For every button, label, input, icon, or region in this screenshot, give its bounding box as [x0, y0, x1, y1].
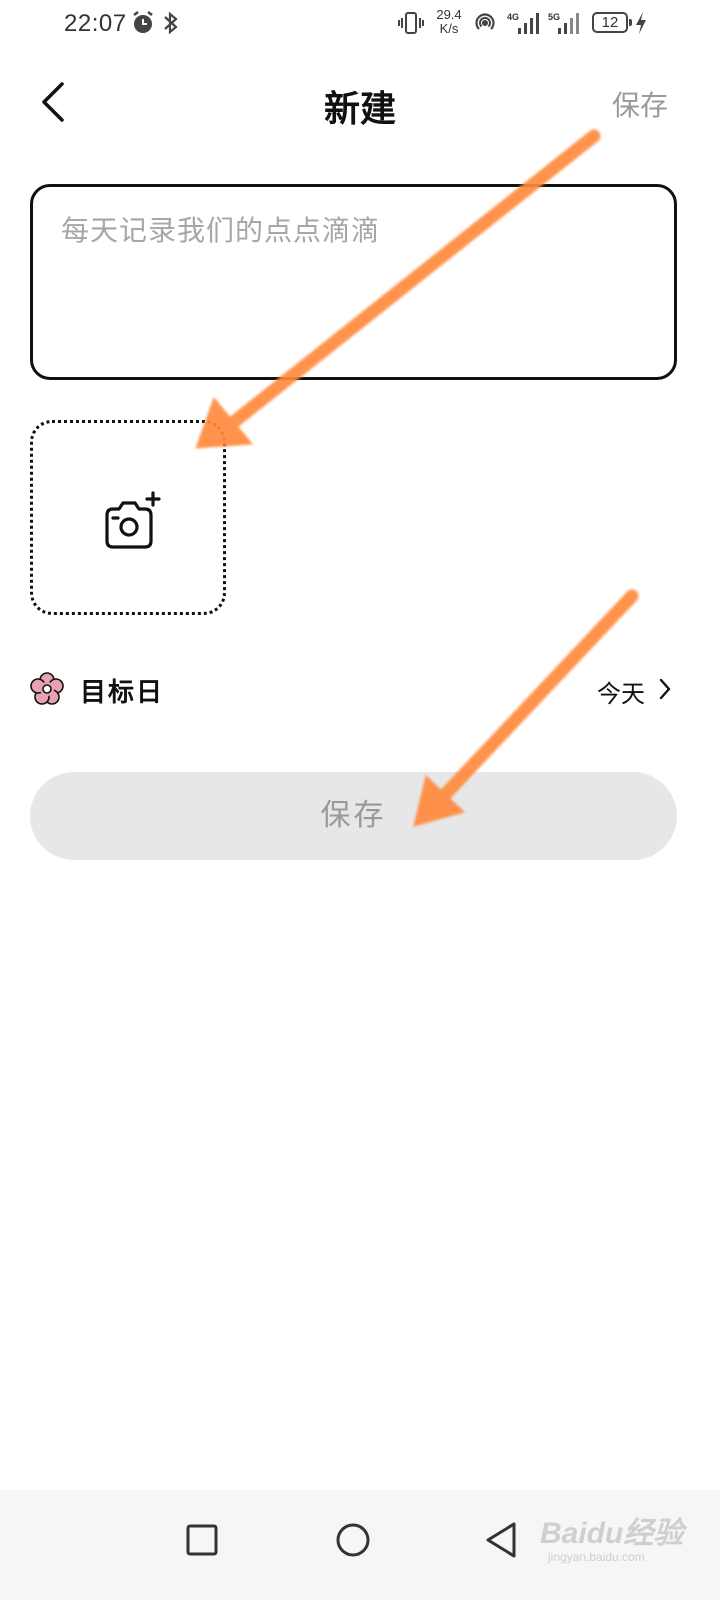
signal-icon [558, 13, 579, 34]
note-placeholder: 每天记录我们的点点滴滴 [61, 214, 381, 247]
battery-indicator: 12 [592, 12, 632, 33]
save-button[interactable]: 保存 [30, 772, 677, 860]
recents-square-icon [186, 1524, 218, 1556]
chevron-left-icon [42, 82, 64, 122]
watermark-url: jingyan.baidu.com [548, 1550, 645, 1564]
target-day-value: 今天 [597, 680, 645, 708]
chevron-right-icon [659, 678, 671, 700]
hotspot-icon [475, 13, 495, 30]
bluetooth-icon [164, 11, 178, 35]
net-speed-unit: K/s [439, 21, 459, 36]
status-bar: 22:07 29.4 K/s 4G 5G 12 [0, 0, 720, 50]
net-speed: 29.4 K/s [430, 8, 468, 36]
vibrate-icon [398, 12, 424, 34]
target-day-label: 目标日 [80, 678, 165, 708]
add-photo-button[interactable] [30, 420, 226, 615]
camera-add-icon [105, 491, 161, 549]
home-button[interactable] [323, 1510, 383, 1570]
note-input[interactable]: 每天记录我们的点点滴滴 [30, 184, 677, 380]
status-time: 22:07 [64, 10, 127, 37]
back-nav-button[interactable] [472, 1510, 532, 1570]
home-circle-icon [336, 1523, 370, 1557]
alarm-icon [133, 11, 153, 33]
header-save-button[interactable]: 保存 [612, 84, 668, 124]
recents-button[interactable] [172, 1510, 232, 1570]
battery-level: 12 [601, 14, 619, 31]
net-speed-value: 29.4 [436, 7, 462, 22]
watermark: Baidu经验 [540, 1517, 684, 1550]
charging-icon [636, 12, 646, 34]
target-day-row[interactable]: 目标日 今天 [30, 664, 677, 716]
back-button[interactable] [34, 78, 74, 126]
back-triangle-icon [486, 1522, 516, 1558]
signal-icon [518, 13, 539, 34]
flower-icon [30, 672, 64, 705]
